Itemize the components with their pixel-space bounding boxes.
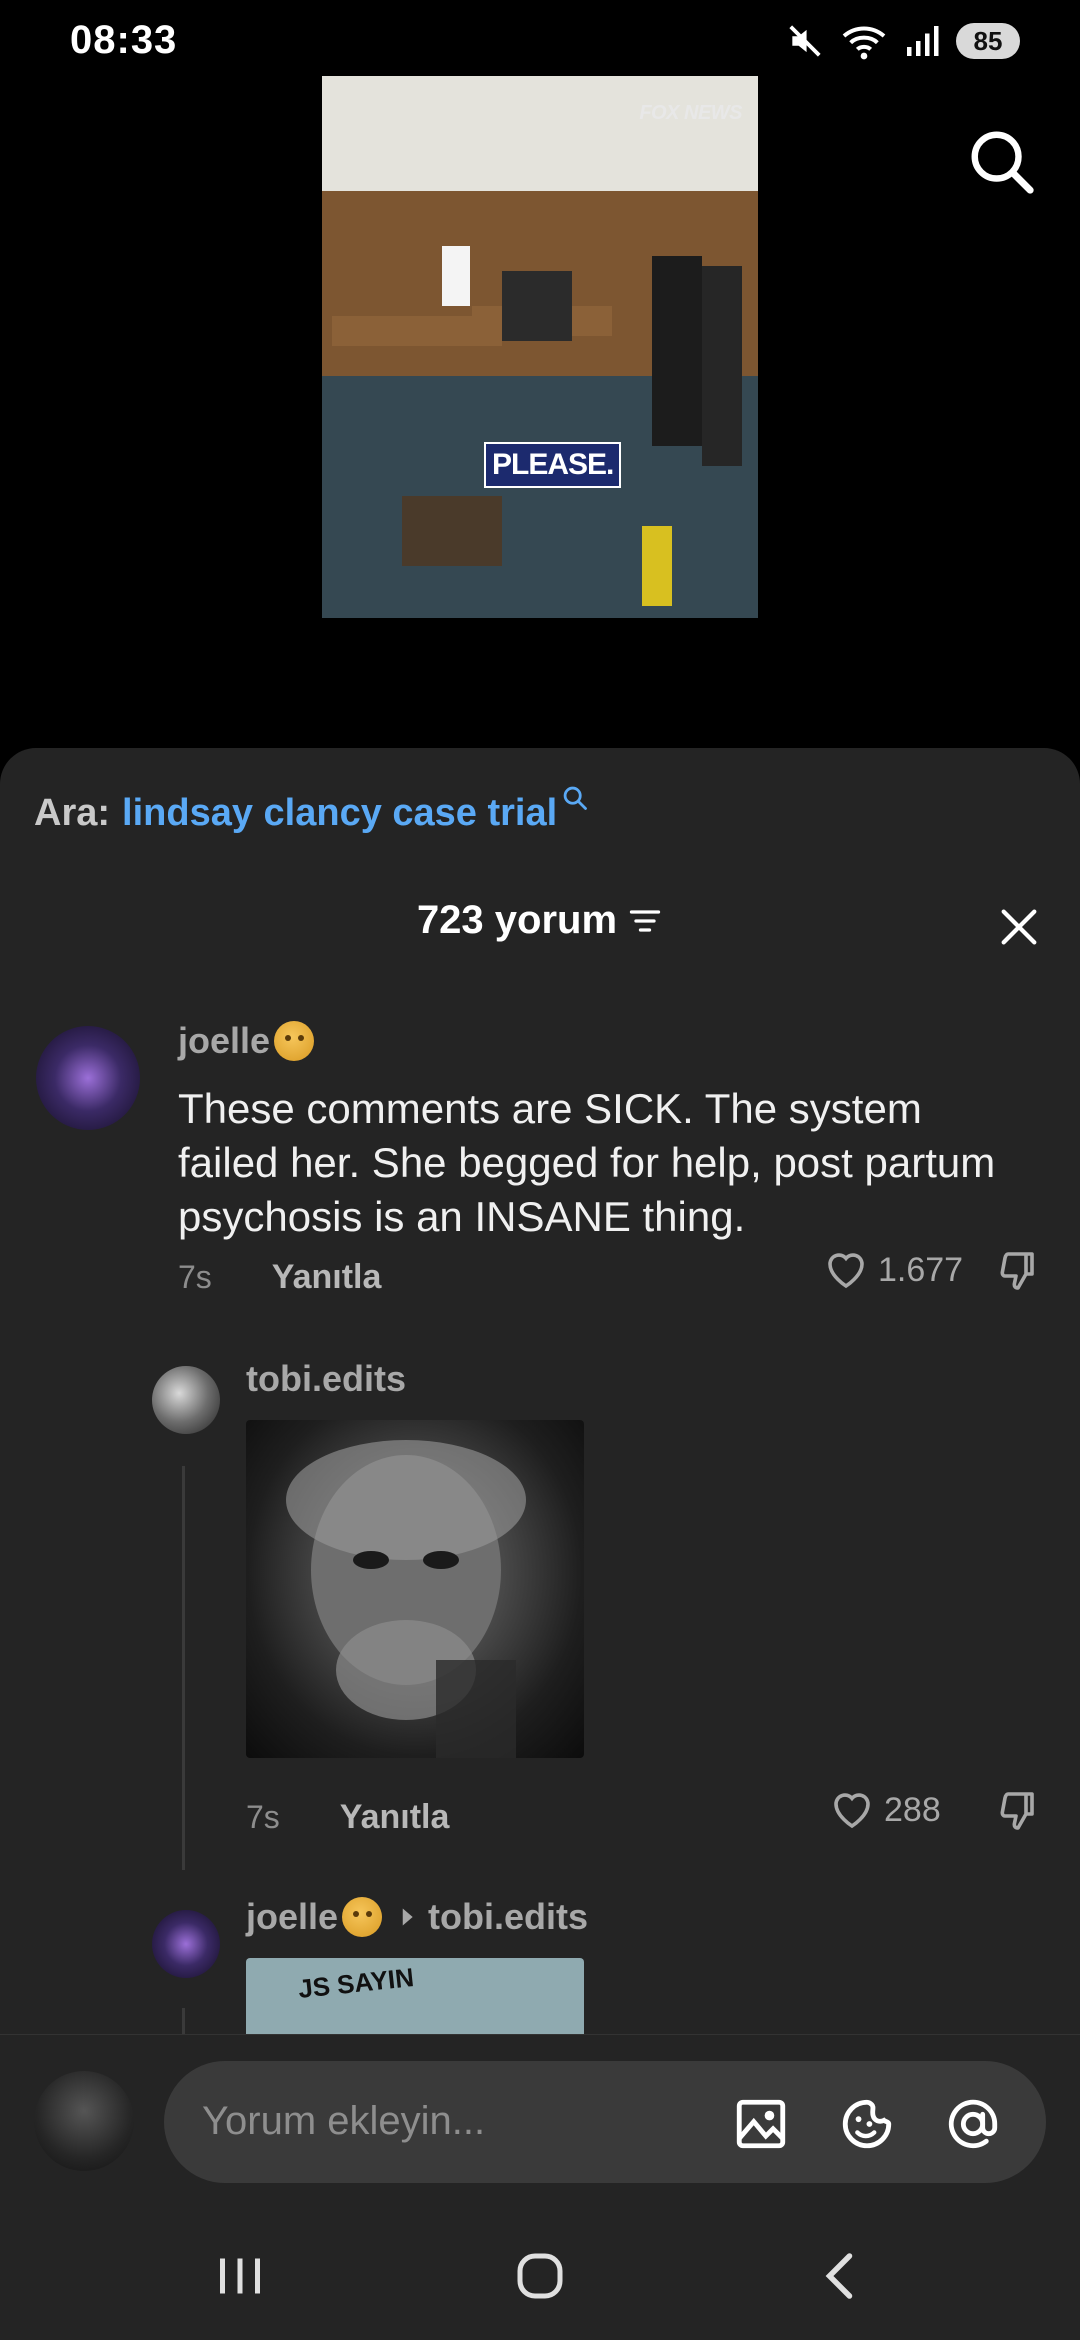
related-search[interactable]: Ara: lindsay clancy case trial (34, 786, 589, 835)
reply-button[interactable]: Yanıtla (272, 1258, 382, 1297)
like-count: 288 (884, 1790, 941, 1829)
avatar[interactable] (152, 1910, 220, 1978)
comment-input[interactable]: Yorum ekleyin... (164, 2061, 1046, 2183)
avatar[interactable] (34, 2071, 134, 2171)
status-bar: 08:33 85 (0, 0, 1080, 80)
comment-input-bar: Yorum ekleyin... (0, 2034, 1080, 2210)
reply-image[interactable]: JS SAYIN (246, 1958, 584, 2038)
video-frame (322, 76, 758, 618)
thread-line (182, 1466, 185, 1870)
reply-meta: 7s Yanıtla (246, 1798, 449, 1837)
wifi-icon (842, 26, 886, 60)
reply-username[interactable]: joelle tobi.edits (246, 1896, 588, 1938)
video-player[interactable]: FOX NEWS PLEASE. (322, 76, 758, 618)
sticker-icon[interactable] (838, 2095, 896, 2153)
image-icon[interactable] (732, 2095, 790, 2153)
heart-icon (834, 1793, 870, 1829)
mute-icon (789, 25, 821, 57)
related-search-prefix: Ara: (34, 792, 111, 834)
search-icon[interactable] (966, 126, 1036, 196)
mention-icon[interactable] (944, 2095, 1002, 2153)
avatar[interactable] (152, 1366, 220, 1434)
reply-image[interactable] (246, 1420, 584, 1758)
back-icon[interactable] (812, 2246, 872, 2306)
search-icon (563, 786, 588, 810)
reply-username[interactable]: tobi.edits (246, 1358, 406, 1400)
comment-username[interactable]: joelle (178, 1020, 315, 1062)
video-logo: FOX NEWS (639, 102, 742, 124)
like-count: 1.677 (878, 1250, 964, 1289)
close-icon[interactable] (996, 904, 1042, 950)
comment-text: These comments are SICK. The system fail… (178, 1085, 996, 1240)
comments-header[interactable]: 723 yorum (0, 898, 1080, 943)
dislike-icon[interactable] (994, 1786, 1042, 1834)
emoji-icon (274, 1021, 315, 1061)
home-icon[interactable] (510, 2246, 570, 2306)
reply-to-username[interactable]: tobi.edits (428, 1896, 588, 1938)
emoji-icon (342, 1897, 383, 1937)
portrait-image (286, 1440, 526, 1758)
system-nav-bar (0, 2210, 1080, 2340)
status-time: 08:33 (70, 18, 178, 62)
comment-time: 7s (178, 1259, 212, 1295)
comment-meta: 7s Yanıtla (178, 1258, 381, 1297)
image-caption: JS SAYIN (296, 1962, 416, 2004)
like-button[interactable]: 1.677 (822, 1246, 963, 1294)
battery-indicator: 85 (956, 23, 1020, 59)
related-search-query[interactable]: lindsay clancy case trial (122, 792, 557, 835)
signal-icon (907, 26, 939, 56)
reply-button[interactable]: Yanıtla (340, 1798, 450, 1837)
status-icons: 85 (786, 20, 1020, 62)
heart-icon (828, 1253, 864, 1289)
avatar[interactable] (36, 1026, 140, 1130)
sort-icon[interactable] (627, 903, 663, 939)
reply-time: 7s (246, 1799, 280, 1835)
caret-right-icon (402, 1908, 413, 1926)
comment-input-placeholder[interactable]: Yorum ekleyin... (202, 2099, 485, 2144)
comment-item: joelle These comments are SICK. The syst… (0, 1020, 1080, 1320)
video-caption: PLEASE. (484, 442, 622, 488)
like-button[interactable]: 288 (828, 1786, 941, 1834)
dislike-icon[interactable] (994, 1246, 1042, 1294)
recent-apps-icon[interactable] (210, 2246, 270, 2306)
comments-count: 723 yorum (416, 898, 618, 942)
